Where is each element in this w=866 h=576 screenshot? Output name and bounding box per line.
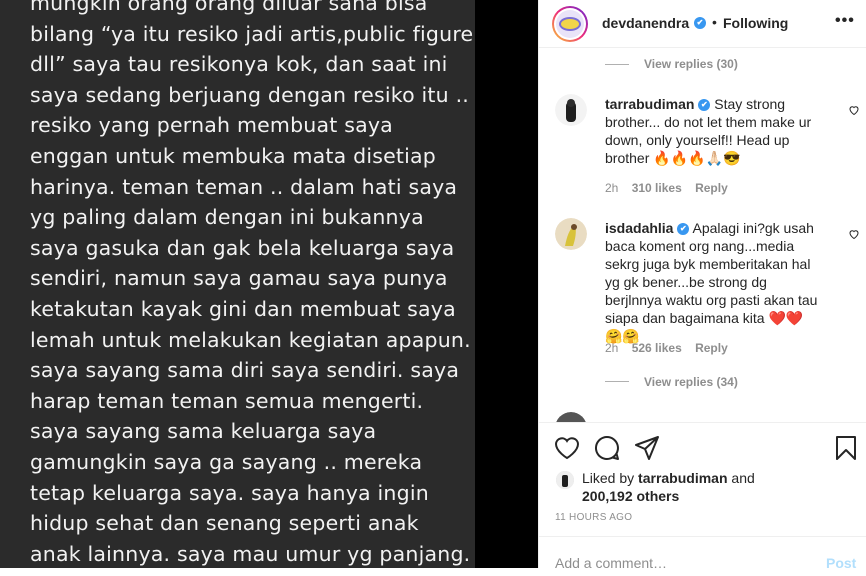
post-text-line: bilang “ya itu resiko jadi artis,public … — [30, 21, 474, 46]
verified-badge-icon: ✔ — [694, 17, 706, 29]
like-comment-heart-icon[interactable] — [848, 228, 860, 240]
post-text-line: harinya. teman teman .. dalam hati saya — [30, 174, 458, 199]
view-replies-line — [605, 381, 629, 382]
post-text-line: enggan untuk membuka mata disetiap — [30, 143, 437, 168]
post-text-line: resiko yang pernah membuat saya — [30, 113, 393, 138]
post-text-line: harap teman teman semua mengerti. — [30, 388, 424, 413]
post-text-line: saya sedang berjuang dengan resiko itu .… — [30, 82, 470, 107]
like-comment-heart-icon[interactable] — [848, 104, 860, 116]
post-text-line: sendiri, namun saya gamau saya punya — [30, 266, 448, 291]
post-text-line: mungkin orang orang diluar sana bisa — [30, 0, 428, 15]
liked-by-text: Liked by tarrabudiman and 200,192 others — [582, 469, 755, 505]
post-text-line: lemah untuk melakukan kegiatan apapun. — [30, 327, 471, 352]
comment-avatar-image — [555, 94, 587, 126]
verified-badge-icon: ✔ — [677, 223, 690, 236]
avatar-image — [556, 10, 584, 38]
comment-avatar-image — [556, 412, 586, 422]
header-separator: • — [712, 14, 717, 30]
comment-meta: 2h 310 likes Reply — [605, 181, 738, 195]
bookmark-icon[interactable] — [835, 435, 857, 461]
reply-button[interactable]: Reply — [695, 181, 728, 195]
comment-likes[interactable]: 526 likes — [632, 341, 682, 355]
post-text-line: hidup sehat dan senang seperti anak — [30, 511, 419, 536]
comment-text: tarrabudiman ✔ Stay strong brother... do… — [605, 95, 820, 167]
following-button[interactable]: Following — [723, 15, 788, 31]
reply-button[interactable]: Reply — [695, 341, 728, 355]
more-options-icon[interactable]: ••• — [835, 12, 855, 30]
comment-avatar[interactable] — [555, 94, 587, 126]
view-replies-button[interactable]: View replies (34) — [644, 375, 738, 389]
comment-likes[interactable]: 310 likes — [632, 181, 682, 195]
post-text-line: saya sayang sama diri saya sendiri. saya — [30, 358, 460, 383]
comment-body: Apalagi ini?gk usah baca koment org nang… — [605, 220, 818, 344]
liked-by-user[interactable]: tarrabudiman — [638, 470, 727, 486]
post-text-line: saya gasuka dan gak bela keluarga saya — [30, 235, 455, 260]
comment-username[interactable]: isdadahlia — [605, 220, 673, 236]
comment-time: 2h — [605, 341, 619, 355]
post-text-line: tetap keluarga saya. saya hanya ingin — [30, 480, 429, 505]
post-text-block: mungkin orang orang diluar sana bisa bila… — [30, 0, 474, 568]
comment-meta: 2h 526 likes Reply — [605, 341, 738, 355]
add-comment-bar: Add a comment… Post — [539, 536, 866, 576]
heart-icon[interactable] — [554, 436, 580, 460]
view-replies-line — [605, 64, 629, 65]
liked-by-prefix: Liked by — [582, 470, 635, 486]
comment-avatar[interactable] — [555, 412, 587, 422]
author-avatar[interactable] — [552, 6, 588, 42]
post-text-line: saya sayang sama keluarga saya — [30, 419, 377, 444]
post-side-panel: devdanendra ✔ • Following ••• View repli… — [538, 0, 866, 571]
post-text-line: anak lainnya. saya mau umur yg panjang. — [30, 541, 471, 566]
comment-avatar-image — [555, 218, 587, 250]
add-comment-input[interactable]: Add a comment… — [555, 555, 667, 571]
post-text-line: yg paling dalam dengan ini bukannya — [30, 205, 424, 230]
post-timestamp[interactable]: 11 HOURS AGO — [555, 512, 632, 523]
comment-time: 2h — [605, 181, 619, 195]
post-actions-section: Liked by tarrabudiman and 200,192 others… — [539, 422, 866, 571]
comments-list[interactable]: View replies (30) tarrabudiman ✔ Stay st… — [539, 48, 866, 422]
author-username[interactable]: devdanendra — [602, 15, 689, 31]
post-image[interactable]: mungkin orang orang diluar sana bisa bila… — [0, 0, 538, 568]
comment-text: isdadahlia ✔ Apalagi ini?gk usah baca ko… — [605, 219, 820, 345]
post-text-line: ketakutan kayak gini dan membuat saya — [30, 296, 456, 321]
comment-avatar[interactable] — [555, 218, 587, 250]
avatar-emblem — [559, 17, 581, 31]
liked-by-avatar[interactable] — [556, 471, 574, 489]
view-replies-button[interactable]: View replies (30) — [644, 57, 738, 71]
post-text-line: gamungkin saya ga sayang .. mereka — [30, 449, 423, 474]
likes-count[interactable]: 200,192 others — [582, 488, 679, 504]
liked-by-and: and — [731, 470, 755, 486]
liked-by-avatar-image — [556, 471, 574, 489]
comment-icon[interactable] — [594, 435, 620, 461]
share-icon[interactable] — [634, 435, 660, 461]
post-comment-button[interactable]: Post — [826, 555, 856, 571]
post-header: devdanendra ✔ • Following ••• — [539, 0, 866, 48]
verified-badge-icon: ✔ — [698, 99, 711, 112]
post-text-line: dll” saya tau resikonya kok, dan saat in… — [30, 52, 448, 77]
comment-username[interactable]: tarrabudiman — [605, 96, 694, 112]
